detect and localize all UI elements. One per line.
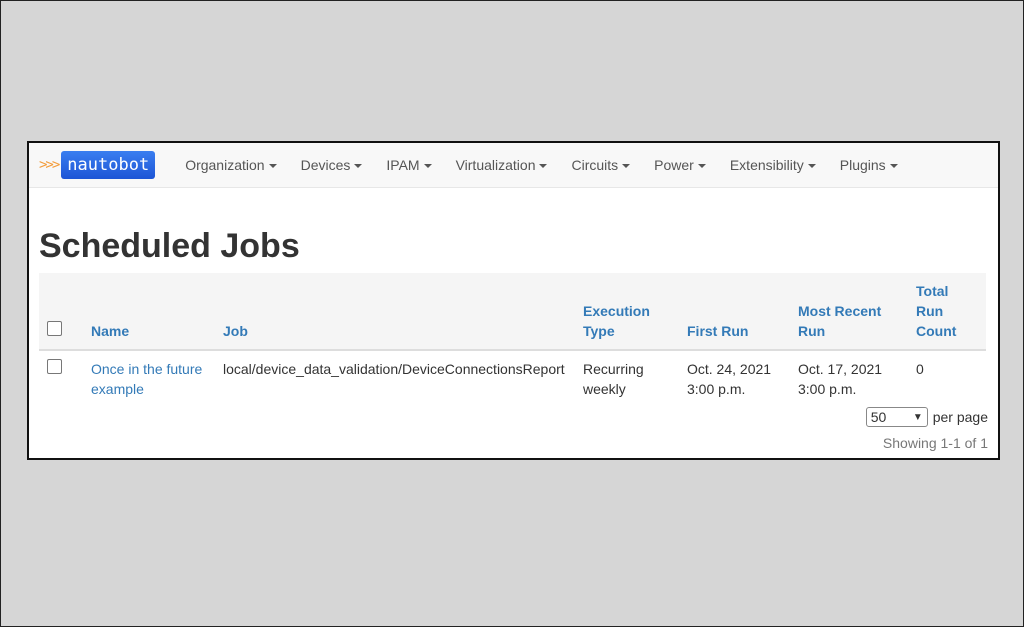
scheduled-job-link[interactable]: Once in the future example [91, 361, 202, 397]
nav-item-ipam[interactable]: IPAM [386, 157, 432, 173]
cell-most-recent-run: Oct. 17, 2021 3:00 p.m. [798, 361, 883, 397]
chevron-down-icon: ▼ [912, 411, 923, 423]
column-label: Total Run Count [916, 283, 957, 339]
caret-down-icon [622, 164, 631, 169]
nav-item-plugins[interactable]: Plugins [840, 157, 898, 173]
column-label: Most Recent Run [798, 303, 882, 339]
column-header-name[interactable]: Name [91, 273, 223, 351]
brand-chevrons: >>> [39, 157, 60, 173]
select-all-cell [39, 273, 91, 351]
browser-window: >>> nautobot Organization Devices IPAM V… [27, 141, 1000, 460]
nav-item-devices[interactable]: Devices [301, 157, 363, 173]
nav-item-organization[interactable]: Organization [185, 157, 277, 173]
nav-item-label: Organization [185, 157, 265, 173]
table-header-row: Name Job Execution Type First Run Most R… [39, 273, 986, 351]
column-header-job[interactable]: Job [223, 273, 583, 351]
nav-item-label: IPAM [386, 157, 420, 173]
row-checkbox[interactable] [47, 359, 62, 374]
nav-item-label: Devices [300, 157, 351, 173]
caret-down-icon [539, 164, 548, 169]
per-page-control: 50 ▼ per page [865, 407, 988, 427]
nav-menu: Organization Devices IPAM Virtualization… [173, 157, 910, 173]
column-header-total-run-count[interactable]: Total Run Count [916, 273, 986, 351]
nav-item-label: Power [654, 157, 694, 173]
per-page-label: per page [932, 409, 988, 425]
column-label: Name [91, 323, 130, 339]
caret-down-icon [807, 164, 816, 169]
select-all-checkbox[interactable] [47, 321, 62, 336]
cell-execution-type: Recurring weekly [583, 361, 644, 397]
per-page-select[interactable]: 50 ▼ [865, 407, 928, 427]
cell-job: local/device_data_validation/DeviceConne… [223, 361, 565, 377]
nav-item-label: Virtualization [455, 157, 536, 173]
table-row: Once in the future example local/device_… [39, 350, 986, 407]
brand-name: nautobot [61, 151, 156, 179]
caret-down-icon [889, 164, 898, 169]
cell-total-run-count: 0 [916, 361, 924, 377]
scheduled-jobs-table: Name Job Execution Type First Run Most R… [39, 273, 986, 407]
caret-down-icon [268, 164, 277, 169]
row-select-cell [39, 350, 91, 407]
pagination-summary: Showing 1-1 of 1 [882, 435, 988, 451]
nav-item-extensibility[interactable]: Extensibility [730, 157, 816, 173]
nav-item-label: Extensibility [729, 157, 804, 173]
page-title: Scheduled Jobs [39, 227, 300, 265]
nav-item-label: Circuits [571, 157, 619, 173]
brand-logo[interactable]: >>> nautobot [39, 151, 156, 179]
cell-first-run: Oct. 24, 2021 3:00 p.m. [687, 361, 772, 397]
column-header-execution-type[interactable]: Execution Type [583, 273, 687, 351]
nav-item-power[interactable]: Power [654, 157, 706, 173]
caret-down-icon [697, 164, 706, 169]
column-header-first-run[interactable]: First Run [687, 273, 798, 351]
column-header-most-recent-run[interactable]: Most Recent Run [798, 273, 916, 351]
nav-item-circuits[interactable]: Circuits [571, 157, 631, 173]
column-label: First Run [687, 323, 749, 339]
column-label: Job [223, 323, 248, 339]
nav-item-label: Plugins [839, 157, 886, 173]
nav-item-virtualization[interactable]: Virtualization [456, 157, 548, 173]
cell-name: Once in the future example [91, 350, 223, 407]
caret-down-icon [423, 164, 432, 169]
column-label: Execution Type [583, 303, 650, 339]
navbar: >>> nautobot Organization Devices IPAM V… [29, 143, 998, 188]
per-page-value: 50 [870, 409, 887, 425]
caret-down-icon [354, 164, 363, 169]
